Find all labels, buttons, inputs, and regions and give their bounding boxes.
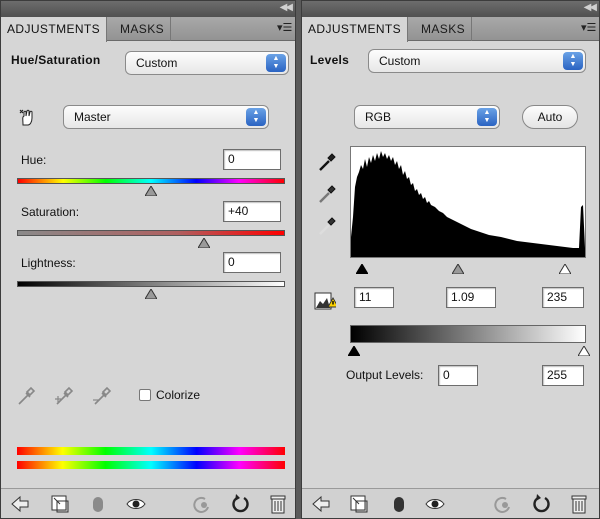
white-point-eyedropper-icon[interactable] — [316, 215, 338, 237]
saturation-input[interactable]: +40 — [223, 201, 281, 222]
levels-panel: ◀◀ ADJUSTMENTS MASKS ▾☰ Levels Custom ▲ ▼… — [301, 0, 600, 519]
chevron-updown-icon: ▲ ▼ — [477, 108, 497, 126]
hue-label: Hue: — [21, 153, 47, 167]
trash-icon[interactable] — [568, 493, 590, 515]
channel-dropdown[interactable]: RGB ▲ ▼ — [354, 105, 500, 129]
black-point-eyedropper-icon[interactable] — [316, 151, 338, 173]
histogram-graph — [351, 151, 585, 257]
input-color-spectrum — [17, 447, 285, 455]
channel-value: Master — [74, 110, 111, 124]
chevron-updown-icon: ▲ ▼ — [266, 54, 286, 72]
lightness-slider-thumb[interactable] — [144, 288, 158, 300]
auto-button[interactable]: Auto — [522, 105, 578, 129]
panel-title-strip: ◀◀ — [302, 1, 599, 17]
saturation-label: Saturation: — [21, 205, 80, 219]
input-white-field[interactable]: 235 — [542, 287, 584, 308]
eyedropper-icon[interactable] — [15, 385, 37, 407]
input-gamma-field[interactable]: 1.09 — [446, 287, 496, 308]
output-color-spectrum — [17, 461, 285, 469]
visibility-eye-icon[interactable] — [424, 493, 446, 515]
channel-value: RGB — [365, 110, 392, 124]
preset-dropdown[interactable]: Custom ▲ ▼ — [368, 49, 586, 73]
previous-state-icon[interactable] — [191, 493, 213, 515]
colorize-label: Colorize — [156, 388, 201, 402]
output-gradient-bar — [350, 325, 586, 343]
collapse-icon[interactable]: ◀◀ — [280, 2, 293, 13]
clip-to-layer-icon[interactable] — [388, 493, 410, 515]
eyedropper-minus-icon[interactable] — [91, 385, 113, 407]
output-white-field[interactable]: 255 — [542, 365, 584, 386]
lightness-slider-track[interactable] — [17, 281, 285, 287]
lightness-input[interactable]: 0 — [223, 252, 281, 273]
back-arrow-icon[interactable] — [310, 493, 332, 515]
saturation-slider-thumb[interactable] — [197, 237, 211, 249]
input-black-slider[interactable] — [355, 263, 369, 275]
saturation-slider-track[interactable] — [17, 230, 285, 236]
bottom-toolbar — [1, 488, 295, 518]
reset-icon[interactable] — [530, 493, 552, 515]
gray-point-eyedropper-icon[interactable] — [316, 183, 338, 205]
visibility-eye-icon[interactable] — [125, 493, 147, 515]
back-arrow-icon[interactable] — [9, 493, 31, 515]
clipping-warning-icon[interactable] — [314, 289, 339, 311]
targeted-adjustment-hand-icon[interactable] — [15, 105, 37, 127]
eyedropper-plus-icon[interactable] — [53, 385, 75, 407]
expand-view-icon[interactable] — [49, 493, 71, 515]
tab-adjustments[interactable]: ADJUSTMENTS — [1, 17, 108, 42]
hue-input[interactable]: 0 — [223, 149, 281, 170]
tab-masks[interactable]: MASKS — [114, 17, 172, 41]
chevron-updown-icon: ▲ ▼ — [563, 52, 583, 70]
collapse-icon[interactable]: ◀◀ — [584, 2, 597, 13]
adjustment-title: Hue/Saturation — [11, 53, 101, 67]
tab-bar: ADJUSTMENTS MASKS ▾☰ — [1, 17, 295, 42]
panel-title-strip: ◀◀ — [1, 1, 295, 17]
tab-bar: ADJUSTMENTS MASKS ▾☰ — [302, 17, 599, 42]
input-white-slider[interactable] — [558, 263, 572, 275]
preset-value: Custom — [136, 56, 178, 70]
colorize-checkbox[interactable] — [139, 389, 151, 401]
panel-menu-icon[interactable]: ▾☰ — [277, 22, 292, 34]
trash-icon[interactable] — [267, 493, 289, 515]
adjustment-title: Levels — [310, 53, 350, 67]
histogram — [350, 146, 586, 258]
preset-value: Custom — [379, 54, 421, 68]
output-black-field[interactable]: 0 — [438, 365, 478, 386]
tab-masks[interactable]: MASKS — [415, 17, 473, 41]
output-white-slider[interactable] — [577, 345, 591, 357]
hue-slider-thumb[interactable] — [144, 185, 158, 197]
panel-menu-icon[interactable]: ▾☰ — [581, 22, 596, 34]
output-levels-label: Output Levels: — [346, 368, 424, 382]
chevron-updown-icon: ▲ ▼ — [246, 108, 266, 126]
output-black-slider[interactable] — [347, 345, 361, 357]
preset-dropdown[interactable]: Custom ▲ ▼ — [125, 51, 289, 75]
previous-state-icon[interactable] — [492, 493, 514, 515]
expand-view-icon[interactable] — [348, 493, 370, 515]
input-gamma-slider[interactable] — [451, 263, 465, 275]
clip-to-layer-icon[interactable] — [87, 493, 109, 515]
reset-icon[interactable] — [229, 493, 251, 515]
hue-saturation-panel: ◀◀ ADJUSTMENTS MASKS ▾☰ Hue/Saturation C… — [0, 0, 296, 519]
hue-slider-track[interactable] — [17, 178, 285, 184]
channel-dropdown[interactable]: Master ▲ ▼ — [63, 105, 269, 129]
lightness-label: Lightness: — [21, 256, 76, 270]
input-black-field[interactable]: 11 — [354, 287, 394, 308]
tab-adjustments[interactable]: ADJUSTMENTS — [302, 17, 409, 42]
bottom-toolbar — [302, 488, 599, 518]
